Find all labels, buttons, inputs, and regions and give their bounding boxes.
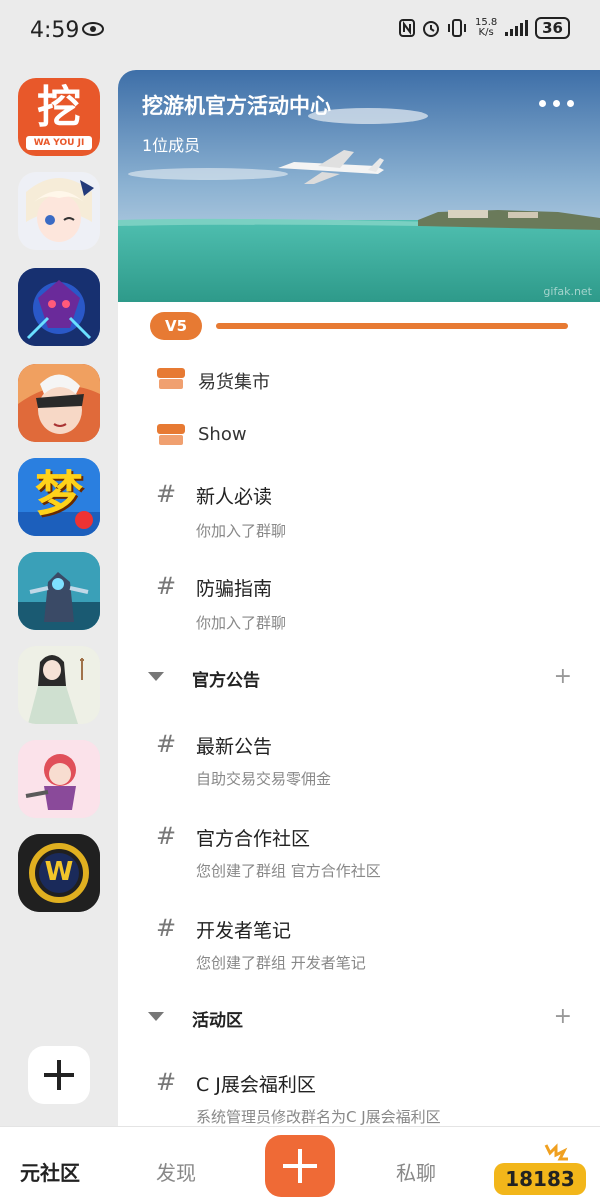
quick-link-label: Show [198, 424, 247, 445]
section-header-events[interactable]: 活动区 + [118, 1000, 600, 1034]
warrior-avatar [18, 364, 100, 442]
nav-discover[interactable]: 发现 [156, 1157, 196, 1186]
status-icons: 15.8 K/s 36 [399, 17, 570, 39]
battery-indicator: 36 [535, 17, 570, 39]
section-name: 官方公告 [192, 671, 260, 691]
sidebar-item-wayouji[interactable]: 挖 WA YOU JI [18, 78, 100, 156]
bottom-nav: 元社区 发现 私聊 18183 [0, 1126, 600, 1204]
hash-icon: # [156, 572, 177, 600]
hash-icon: # [156, 822, 177, 850]
vibrate-icon [448, 19, 467, 37]
status-time: 4:59 [30, 18, 80, 43]
add-community-button[interactable] [28, 1046, 90, 1104]
hash-icon: # [156, 480, 177, 508]
sidebar-item-meng[interactable]: 梦 [18, 458, 100, 536]
sidebar-item-hero[interactable] [18, 268, 100, 346]
section-header-announcements[interactable]: 官方公告 + [118, 660, 600, 694]
hash-icon: # [156, 914, 177, 942]
level-progress-fill [216, 323, 568, 329]
add-channel-icon[interactable]: + [554, 666, 572, 688]
chevron-down-icon [148, 672, 164, 681]
channel-item[interactable]: # 防骗指南 你加入了群聊 [118, 566, 600, 646]
eye-icon [82, 22, 104, 36]
banner-watermark: gifak.net [543, 285, 592, 298]
community-banner: 挖游机官方活动中心 1位成员 gifak.net [118, 70, 600, 302]
sidebar-item-ancient-lady[interactable] [18, 646, 100, 724]
net-speed: 15.8 K/s [474, 18, 498, 38]
quick-link-market[interactable]: 易货集市 [118, 360, 600, 400]
more-options-button[interactable] [539, 100, 574, 107]
channel-name: 防骗指南 [196, 578, 273, 600]
wayouji-logo-sub: WA YOU JI [26, 136, 92, 150]
mech-avatar [18, 552, 100, 630]
channel-item[interactable]: # 开发者笔记 您创建了群组 开发者笔记 [118, 908, 600, 988]
channel-item[interactable]: # 最新公告 自助交易交易零佣金 [118, 724, 600, 804]
store-icon [157, 424, 185, 445]
channel-name: C J展会福利区 [196, 1074, 316, 1096]
channel-last-message: 你加入了群聊 [196, 522, 287, 540]
ancient-lady-avatar [18, 646, 100, 724]
dot-icon [567, 100, 574, 107]
plus-icon [44, 1060, 74, 1090]
level-badge: V5 [150, 312, 202, 340]
channel-name: 新人必读 [196, 486, 273, 508]
hash-icon: # [156, 730, 177, 758]
nav-private-chat[interactable]: 私聊 [396, 1157, 436, 1186]
nfc-icon [399, 19, 416, 37]
quick-link-show[interactable]: Show [118, 416, 600, 456]
sidebar-item-wow[interactable]: W [18, 834, 100, 912]
dot-icon [539, 100, 546, 107]
plus-icon [283, 1149, 317, 1183]
channel-name: 最新公告 [196, 736, 273, 758]
community-panel: 挖游机官方活动中心 1位成员 gifak.net V5 易货集市 Show # [118, 70, 600, 1126]
meng-logo-text: 梦 [34, 466, 83, 522]
channel-name: 开发者笔记 [196, 920, 292, 942]
alarm-icon [423, 21, 440, 37]
create-button[interactable] [265, 1135, 335, 1197]
level-progress-track [216, 323, 568, 329]
community-title: 挖游机官方活动中心 [142, 94, 331, 118]
level-progress: V5 [150, 312, 570, 342]
wow-logo-text: W [44, 857, 74, 887]
channel-name: 官方合作社区 [196, 828, 311, 850]
channel-last-message: 您创建了群组 官方合作社区 [196, 862, 381, 880]
sidebar-item-anime-girl[interactable] [18, 172, 100, 250]
signal-icon [505, 20, 529, 36]
sidebar-item-pink-hair[interactable] [18, 740, 100, 818]
anime-girl-avatar [18, 172, 100, 250]
member-count: 1位成员 [142, 136, 201, 155]
nav-home[interactable]: 元社区 [20, 1157, 80, 1186]
quick-link-label: 易货集市 [198, 372, 270, 393]
section-name: 活动区 [192, 1011, 243, 1031]
add-channel-icon[interactable]: + [554, 1006, 572, 1028]
store-icon [157, 368, 185, 389]
net-speed-unit: K/s [478, 27, 494, 38]
community-sidebar: 挖 WA YOU JI 梦 W [0, 62, 118, 1126]
channel-item[interactable]: # 官方合作社区 您创建了群组 官方合作社区 [118, 816, 600, 896]
logo-text: 18183 [505, 1167, 575, 1191]
hero-avatar [18, 268, 100, 346]
sidebar-item-warrior[interactable] [18, 364, 100, 442]
status-bar: 4:59 15.8 K/s 36 [0, 0, 600, 62]
dot-icon [553, 100, 560, 107]
channel-last-message: 系统管理员修改群名为C J展会福利区 [196, 1108, 441, 1126]
site-logo: 18183 [490, 1141, 590, 1199]
channel-last-message: 你加入了群聊 [196, 614, 287, 632]
chevron-down-icon [148, 1012, 164, 1021]
channel-last-message: 自助交易交易零佣金 [196, 770, 332, 788]
wayouji-logo-text: 挖 [37, 82, 81, 133]
pink-hair-avatar [18, 740, 100, 818]
channel-last-message: 您创建了群组 开发者笔记 [196, 954, 366, 972]
channel-item[interactable]: # 新人必读 你加入了群聊 [118, 474, 600, 554]
hash-icon: # [156, 1068, 177, 1096]
sidebar-item-mech[interactable] [18, 552, 100, 630]
channel-item[interactable]: # C J展会福利区 系统管理员修改群名为C J展会福利区 [118, 1062, 600, 1126]
